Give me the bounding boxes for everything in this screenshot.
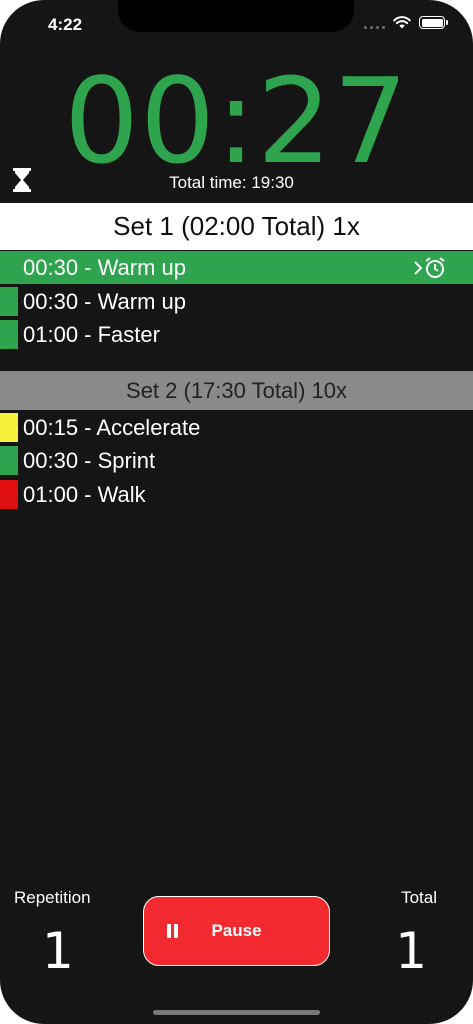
total-label: Total	[401, 888, 437, 907]
pause-icon	[165, 924, 179, 940]
interval-color-bar	[0, 413, 18, 442]
pause-button-label: Pause	[211, 921, 262, 940]
set-1-header[interactable]: Set 1 (02:00 Total) 1x	[0, 203, 473, 250]
interval-color-bar	[0, 480, 18, 509]
alarm-clock-icon	[414, 257, 445, 278]
interval-row[interactable]: 00:30 - Warm up	[0, 285, 473, 318]
wifi-icon	[393, 16, 411, 29]
repetition-value: 1	[42, 922, 74, 980]
battery-icon	[419, 16, 448, 29]
interval-row[interactable]: 01:00 - Faster	[0, 318, 473, 351]
interval-row[interactable]: 00:30 - Sprint	[0, 444, 473, 477]
set-2-header[interactable]: Set 2 (17:30 Total) 10x	[0, 371, 473, 410]
current-timer: 00:27	[63, 52, 410, 190]
interval-label: 01:00 - Walk	[23, 482, 146, 507]
interval-row-active[interactable]: 00:30 - Warm up	[0, 251, 473, 284]
interval-row[interactable]: 01:00 - Walk	[0, 478, 473, 511]
interval-label: 01:00 - Faster	[23, 322, 160, 347]
notch	[118, 0, 354, 32]
interval-color-bar	[0, 446, 18, 475]
interval-row[interactable]: 00:15 - Accelerate	[0, 411, 473, 444]
status-time: 4:22	[48, 15, 83, 34]
status-icons	[364, 16, 448, 29]
cellular-signal-icon	[364, 17, 385, 29]
interval-label: 00:30 - Warm up	[23, 255, 187, 280]
interval-label: 00:15 - Accelerate	[23, 415, 201, 440]
interval-color-bar	[0, 287, 18, 316]
interval-label: 00:30 - Sprint	[23, 448, 156, 473]
repetition-label: Repetition	[14, 888, 91, 907]
total-value: 1	[395, 922, 427, 980]
total-time: Total time: 19:30	[169, 173, 294, 192]
interval-color-bar	[0, 320, 18, 349]
interval-label: 00:30 - Warm up	[23, 289, 187, 314]
home-indicator[interactable]	[153, 1010, 320, 1015]
pause-button[interactable]: Pause	[143, 896, 330, 966]
app-screen: 4:22 00:27 Total time: 19:30 Set 1 (02:0…	[0, 0, 473, 1024]
